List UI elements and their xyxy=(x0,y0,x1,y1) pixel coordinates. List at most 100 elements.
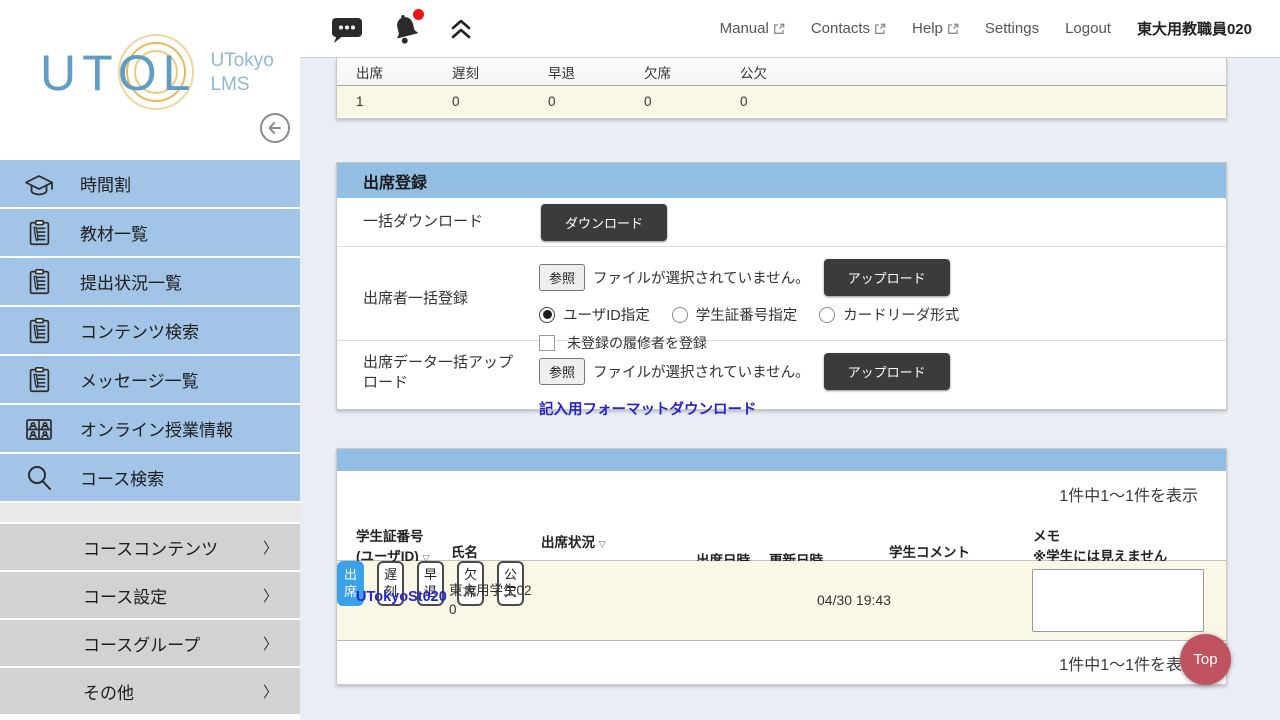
student-name: 東大用学生020 xyxy=(449,582,537,620)
no-file-selected-text: ファイルが選択されていません。 xyxy=(593,267,810,288)
summary-value-absent: 0 xyxy=(644,94,740,109)
sidebar-item-submission-status[interactable]: 提出状況一覧 xyxy=(0,258,300,307)
utol-logo[interactable]: UTOL UTokyo LMS xyxy=(40,48,274,98)
student-id-link[interactable]: UTokyoSt020 xyxy=(356,589,447,605)
radio-card-reader[interactable] xyxy=(819,307,835,323)
logout-link[interactable]: Logout xyxy=(1065,20,1111,37)
browse-button[interactable]: 参照 xyxy=(539,358,585,385)
sidebar-item-label: その他 xyxy=(83,679,134,704)
external-link-icon xyxy=(773,23,785,35)
header-icon-group xyxy=(330,13,474,45)
sidebar: UTOL UTokyo LMS 時間割 xyxy=(0,0,300,720)
summary-value-present: 1 xyxy=(356,94,452,109)
sidebar-item-label: コースグループ xyxy=(83,631,200,656)
result-count-text: 1件中1〜1件を表示 xyxy=(1059,482,1198,506)
help-link[interactable]: Help xyxy=(912,20,959,37)
radio-user-id[interactable] xyxy=(539,307,555,323)
browse-button[interactable]: 参照 xyxy=(539,264,585,291)
register-unenrolled-checkbox[interactable] xyxy=(539,335,555,351)
sidebar-item-messages[interactable]: メッセージ一覧 xyxy=(0,356,300,405)
sidebar-item-others[interactable]: その他 〉 xyxy=(0,668,300,716)
format-download-link[interactable]: 記入用フォーマットダウンロード xyxy=(539,398,950,419)
summary-col-early-leave: 早退 xyxy=(548,62,644,82)
summary-value-excused: 0 xyxy=(740,94,836,109)
summary-col-late: 遅刻 xyxy=(452,62,548,82)
bulk-register-label: 出席者一括登録 xyxy=(363,289,513,309)
notifications-button[interactable] xyxy=(390,13,422,45)
summary-value-row: 1 0 0 0 0 xyxy=(337,86,1226,117)
chevron-right-icon: 〉 xyxy=(263,537,278,558)
register-unenrolled-label: 未登録の履修者を登録 xyxy=(567,333,707,353)
table-footer: 1件中1〜1件を表示 xyxy=(337,641,1226,684)
clipboard-icon xyxy=(20,265,58,299)
sidebar-item-course-contents[interactable]: コースコンテンツ 〉 xyxy=(0,524,300,572)
sidebar-menu-main: 時間割 教材一覧 提出状況一覧 コンテンツ検索 xyxy=(0,160,300,503)
contacts-link[interactable]: Contacts xyxy=(811,20,886,37)
external-link-icon xyxy=(874,23,886,35)
header-link-group: Manual Contacts Help Settings Logout 東大用… xyxy=(720,18,1280,39)
upload-button[interactable]: アップロード xyxy=(824,353,950,390)
no-file-selected-text: ファイルが選択されていません。 xyxy=(593,361,810,382)
manual-link[interactable]: Manual xyxy=(720,20,785,37)
current-user-name: 東大用教職員020 xyxy=(1137,18,1252,39)
graduation-cap-icon xyxy=(20,167,58,201)
student-attendance-table: 1件中1〜1件を表示 学生証番号 (ユーザID) ▽ 氏名 出席状況 ▽ 出席日… xyxy=(336,448,1227,685)
sidebar-menu-course: コースコンテンツ 〉 コース設定 〉 コースグループ 〉 その他 〉 xyxy=(0,524,300,716)
summary-header-row: 出席 遅刻 早退 欠席 公欠 xyxy=(337,58,1226,86)
bulk-download-row: 一括ダウンロード ダウンロード xyxy=(337,198,1226,247)
attendance-registration-panel: 出席登録 一括ダウンロード ダウンロード 出席者一括登録 参照 ファイルが選択さ… xyxy=(336,162,1227,410)
result-count-text: 1件中1〜1件を表示 xyxy=(1059,651,1198,675)
student-row: UTokyoSt020 東大用学生020 出席 遅刻 早退 欠席 公欠 04/3… xyxy=(337,561,1226,641)
online-class-icon xyxy=(20,412,58,446)
chevron-right-icon: 〉 xyxy=(263,633,278,654)
chevron-right-icon: 〉 xyxy=(263,585,278,606)
sidebar-item-label: メッセージ一覧 xyxy=(80,367,199,392)
col-name: 氏名 xyxy=(451,543,478,563)
clipboard-icon xyxy=(20,363,58,397)
col-status[interactable]: 出席状況 ▽ xyxy=(541,533,606,553)
clipboard-icon xyxy=(20,314,58,348)
sidebar-item-label: オンライン授業情報 xyxy=(80,416,233,441)
summary-col-absent: 欠席 xyxy=(644,62,740,82)
sidebar-item-label: コンテンツ検索 xyxy=(80,318,199,343)
scroll-to-top-button[interactable]: Top xyxy=(1180,634,1231,685)
arrow-left-icon xyxy=(266,119,284,137)
sidebar-item-timetable[interactable]: 時間割 xyxy=(0,160,300,209)
chevron-right-icon: 〉 xyxy=(263,681,278,702)
utol-lms-page: UTOL UTokyo LMS 時間割 xyxy=(0,0,1280,720)
upload-button[interactable]: アップロード xyxy=(824,259,950,296)
sidebar-item-course-search[interactable]: コース検索 xyxy=(0,454,300,503)
attendance-summary-table: 出席 遅刻 早退 欠席 公欠 1 0 0 0 0 xyxy=(336,58,1227,119)
sidebar-item-label: コース検索 xyxy=(80,465,164,490)
sidebar-item-materials[interactable]: 教材一覧 xyxy=(0,209,300,258)
panel-title: 出席登録 xyxy=(337,163,1226,198)
messages-button[interactable] xyxy=(330,14,364,44)
sidebar-collapse-button[interactable] xyxy=(260,113,290,143)
radio-student-number[interactable] xyxy=(672,307,688,323)
table-top-bar xyxy=(337,449,1226,471)
sort-down-icon: ▽ xyxy=(599,539,606,549)
download-button[interactable]: ダウンロード xyxy=(541,204,667,241)
updated-at-value: 04/30 19:43 xyxy=(817,592,891,608)
sidebar-item-course-settings[interactable]: コース設定 〉 xyxy=(0,572,300,620)
radio-student-number-label: 学生証番号指定 xyxy=(696,304,798,325)
table-header: 1件中1〜1件を表示 学生証番号 (ユーザID) ▽ 氏名 出席状況 ▽ 出席日… xyxy=(337,471,1226,561)
settings-link[interactable]: Settings xyxy=(985,20,1039,37)
bulk-download-label: 一括ダウンロード xyxy=(363,212,513,232)
sidebar-item-online-class-info[interactable]: オンライン授業情報 xyxy=(0,405,300,454)
data-upload-label: 出席データ一括アップロード xyxy=(363,353,513,409)
sidebar-divider xyxy=(0,503,300,524)
sidebar-item-content-search[interactable]: コンテンツ検索 xyxy=(0,307,300,356)
sidebar-item-label: 時間割 xyxy=(80,171,131,196)
memo-textarea[interactable] xyxy=(1032,569,1204,632)
col-student-comment: 学生コメント xyxy=(889,543,970,563)
collapse-header-button[interactable] xyxy=(448,16,474,42)
sidebar-item-label: 提出状況一覧 xyxy=(80,269,182,294)
sidebar-item-label: 教材一覧 xyxy=(80,220,148,245)
top-header-bar: Manual Contacts Help Settings Logout 東大用… xyxy=(300,0,1280,58)
summary-col-excused: 公欠 xyxy=(740,62,836,82)
clipboard-icon xyxy=(20,216,58,250)
sidebar-item-course-group[interactable]: コースグループ 〉 xyxy=(0,620,300,668)
summary-value-early-leave: 0 xyxy=(548,94,644,109)
bulk-register-row: 出席者一括登録 参照 ファイルが選択されていません。 アップロード ユーザID指… xyxy=(337,247,1226,341)
